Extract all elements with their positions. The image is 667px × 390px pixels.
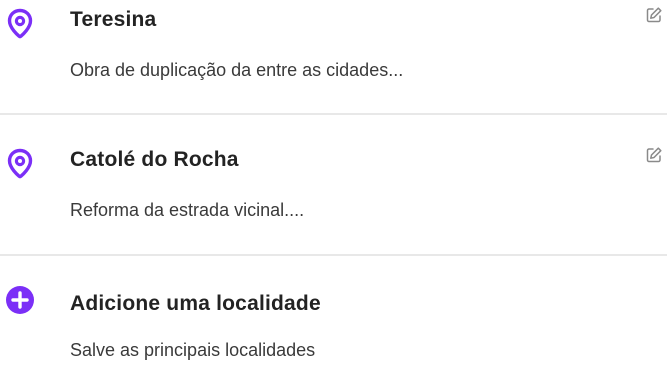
- plus-circle-icon[interactable]: [4, 284, 36, 316]
- add-location-title: Adicione uma localidade: [70, 292, 321, 315]
- location-title: Catolé do Rocha: [70, 148, 239, 171]
- divider: [0, 113, 667, 115]
- map-pin-icon: [4, 148, 36, 180]
- edit-icon[interactable]: [645, 6, 663, 24]
- location-title: Teresina: [70, 8, 157, 31]
- add-location-item[interactable]: Adicione uma localidade Salve as princip…: [0, 280, 667, 390]
- location-item-teresina[interactable]: Teresina Obra de duplicação da entre as …: [0, 0, 667, 110]
- add-location-description: Salve as principais localidades: [70, 340, 316, 360]
- location-description: Reforma da estrada vicinal....: [70, 200, 305, 220]
- edit-icon[interactable]: [645, 146, 663, 164]
- saved-locations-list: Teresina Obra de duplicação da entre as …: [0, 0, 667, 361]
- map-pin-icon: [4, 8, 36, 40]
- location-item-catole-do-rocha[interactable]: Catolé do Rocha Reforma da estrada vicin…: [0, 140, 667, 250]
- location-description: Obra de duplicação da entre as cidades..…: [70, 60, 404, 80]
- divider: [0, 254, 667, 256]
